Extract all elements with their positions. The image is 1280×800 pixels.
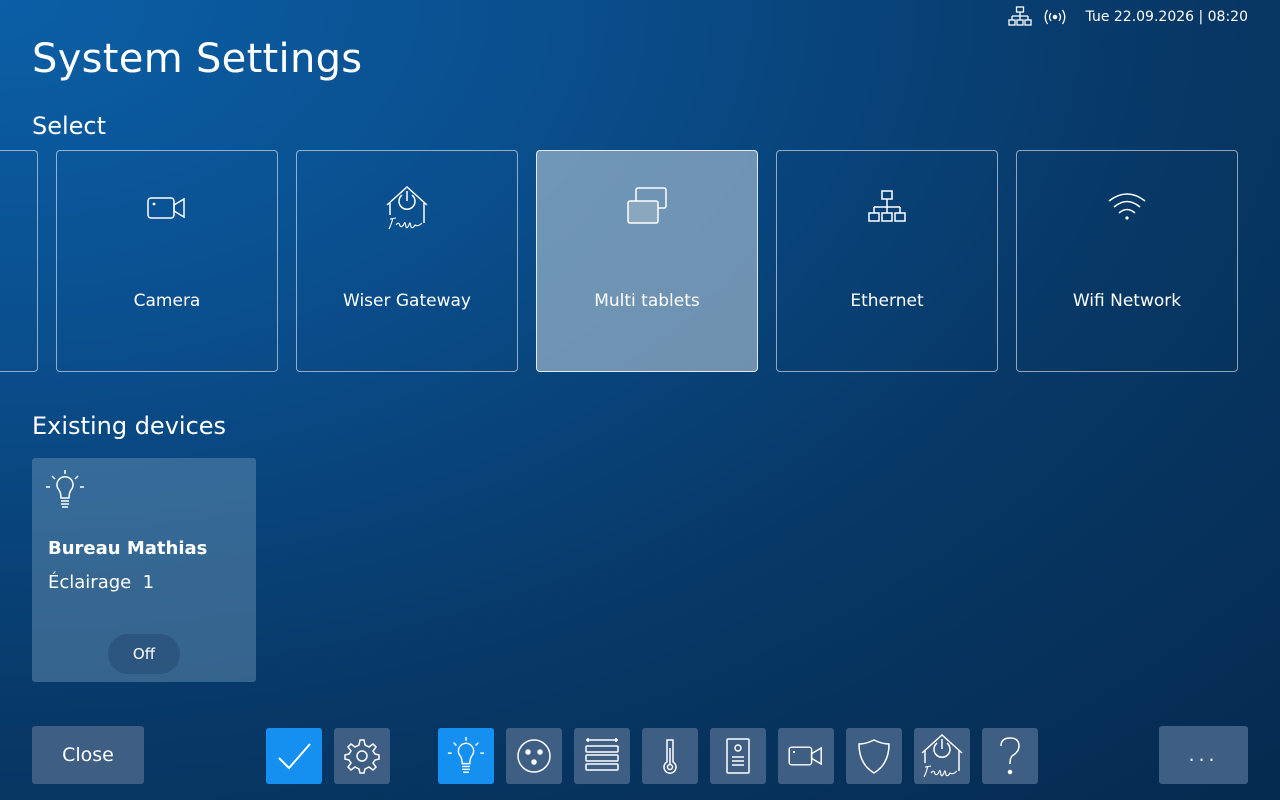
thermometer-icon (663, 739, 677, 774)
existing-devices-heading: Existing devices (32, 412, 227, 440)
socket-icon (517, 739, 551, 773)
wifi-icon (1108, 193, 1146, 220)
nav-security[interactable] (846, 728, 902, 784)
tile-label: Ethernet (850, 291, 924, 311)
network-icon (1007, 6, 1032, 28)
status-bar: Tue 22.09.2026 | 08:20 (1007, 6, 1248, 28)
blinds-icon (585, 738, 619, 771)
shield-icon (858, 739, 890, 774)
nav-camera[interactable] (778, 728, 834, 784)
device-name: Bureau Mathias (48, 538, 208, 559)
nav-wiser-gateway[interactable] (914, 728, 970, 784)
intercom-icon (726, 738, 750, 774)
tile-wifi-network[interactable]: Wifi Network (1016, 150, 1238, 372)
checkmark-icon (278, 743, 311, 770)
tile-label: Wifi Network (1072, 291, 1182, 311)
camera-icon (147, 197, 185, 219)
lightbulb-icon (447, 736, 485, 773)
tile-camera[interactable]: Camera (56, 150, 278, 372)
device-subtitle: Éclairage 1 (48, 572, 155, 593)
wireless-signal-icon (1042, 8, 1068, 26)
lightbulb-icon (46, 470, 84, 508)
confirm-button[interactable] (266, 728, 322, 784)
nav-sockets[interactable] (506, 728, 562, 784)
nav-intercom[interactable] (710, 728, 766, 784)
select-heading: Select (32, 112, 107, 140)
ethernet-icon (868, 190, 906, 222)
multi-tablets-icon (627, 187, 667, 224)
page-title: System Settings (32, 36, 363, 82)
tile-label: Wiser Gateway (343, 291, 471, 311)
tile-ethernet[interactable]: Ethernet (776, 150, 998, 372)
help-button[interactable] (982, 728, 1038, 784)
tile-wiser-gateway[interactable]: Wiser Gateway (296, 150, 518, 372)
status-datetime: Tue 22.09.2026 | 08:20 (1085, 9, 1248, 25)
wiser-gateway-icon (386, 185, 428, 230)
tile-multi-tablets[interactable]: Multi tablets (536, 150, 758, 372)
gear-icon (344, 739, 380, 774)
nav-climate[interactable] (642, 728, 698, 784)
settings-button[interactable] (334, 728, 390, 784)
tile-partial[interactable] (0, 150, 38, 372)
wiser-gateway-icon (921, 733, 963, 778)
tile-label: Camera (133, 291, 201, 311)
close-button[interactable]: Close (32, 726, 144, 784)
nav-lighting[interactable] (438, 728, 494, 784)
more-button[interactable]: ... (1159, 726, 1248, 784)
help-icon (1000, 737, 1020, 775)
nav-blinds[interactable] (574, 728, 630, 784)
device-card[interactable]: Bureau Mathias Éclairage 1 Off (32, 458, 256, 682)
camera-icon (788, 746, 822, 766)
select-tiles: Camera Wiser Gateway Multi tablets Ether… (0, 150, 1280, 374)
device-toggle-button[interactable]: Off (108, 634, 180, 674)
tile-label: Multi tablets (594, 291, 700, 311)
